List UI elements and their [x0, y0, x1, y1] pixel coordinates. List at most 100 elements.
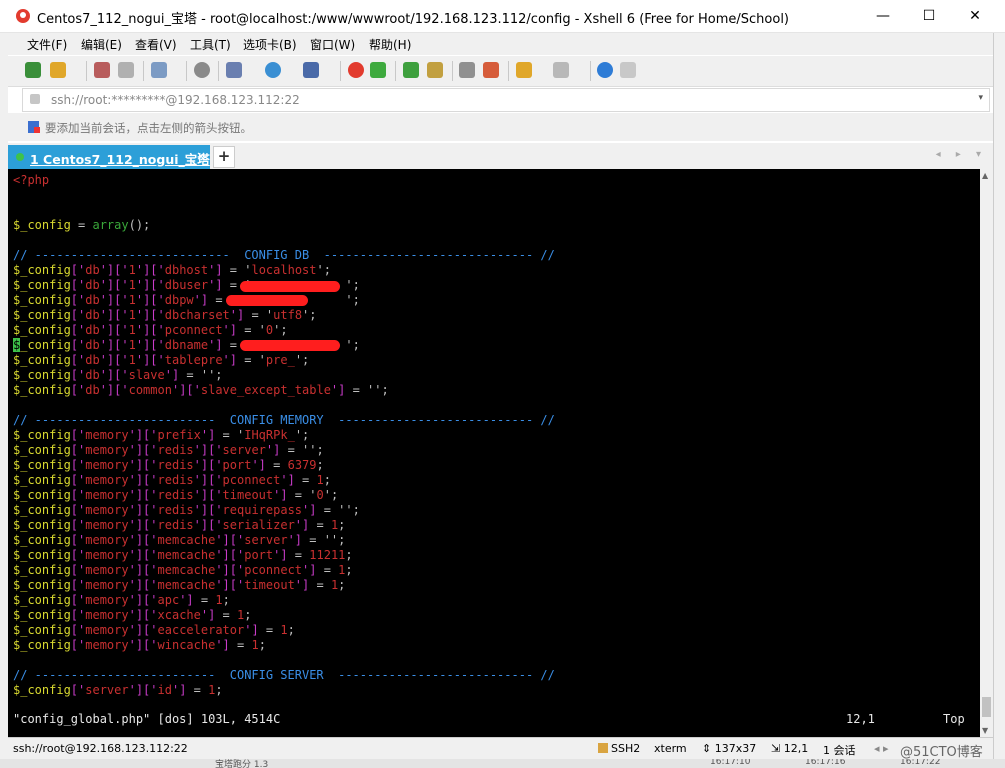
code-token: memcache: [157, 548, 216, 562]
new-session-icon[interactable]: [25, 62, 41, 78]
menu-edit[interactable]: 编辑(E): [81, 36, 122, 53]
code-token: ']: [200, 428, 216, 442]
code-token: ;: [287, 623, 295, 637]
status-sessions: 1 会话: [823, 744, 856, 757]
status-cursor-text: 12,1: [783, 742, 809, 755]
code-token: ';: [345, 293, 360, 307]
code-token: pconnect: [164, 323, 223, 337]
new-tab-button[interactable]: +: [213, 146, 235, 168]
session-hint-bar: 要添加当前会话，点击左侧的箭头按钮。: [8, 113, 993, 141]
keyboard-icon[interactable]: [459, 62, 475, 78]
watermark: @51CTO博客: [900, 745, 983, 760]
status-nav-icon[interactable]: ◂ ▸: [874, 742, 889, 755]
code-token: =: [193, 593, 216, 607]
code-token: '][': [99, 368, 129, 382]
reconnect-icon[interactable]: [94, 62, 110, 78]
code-token: '][': [99, 338, 129, 352]
terminal-line: $_config['memory']['redis']['pconnect'] …: [13, 473, 331, 488]
terminal-line: $_config['memory']['memcache']['server']…: [13, 533, 345, 548]
code-token: [': [70, 638, 86, 652]
code-token: common: [128, 383, 172, 397]
tab-session-1[interactable]: 1 Centos7_112_nogui_宝塔 ×: [8, 145, 210, 169]
code-token: '][': [128, 518, 158, 532]
properties-icon[interactable]: [151, 62, 167, 78]
code-token: '][': [135, 323, 165, 337]
code-token: ';: [345, 338, 360, 352]
toolbar-separator: [508, 61, 509, 81]
xftp-icon[interactable]: [370, 62, 386, 78]
lock-icon[interactable]: [427, 62, 443, 78]
fullscreen-icon[interactable]: [403, 62, 419, 78]
code-token: utf8: [273, 308, 303, 322]
redaction-mark: [226, 295, 308, 306]
scroll-down-icon[interactable]: ▼: [982, 726, 988, 735]
scrollbar-thumb[interactable]: [982, 697, 991, 717]
menu-help[interactable]: 帮助(H): [369, 36, 411, 53]
xshell-icon[interactable]: [348, 62, 364, 78]
code-token: $_config: [13, 593, 71, 607]
maximize-button[interactable]: ☐: [906, 0, 952, 32]
font-icon[interactable]: [303, 62, 319, 78]
code-token: redis: [157, 488, 194, 502]
address-dropdown-icon[interactable]: ▾: [978, 93, 983, 103]
find-icon[interactable]: [194, 62, 210, 78]
toolbar-separator: [395, 61, 396, 81]
tab-nav-arrows[interactable]: ◂ ▸ ▾: [936, 149, 987, 160]
code-token: =: [229, 638, 252, 652]
terminal-scrollbar[interactable]: ▲ ▼: [980, 169, 993, 737]
code-token: ';: [294, 353, 310, 367]
menu-tabs[interactable]: 选项卡(B): [243, 36, 297, 53]
code-token: [': [70, 548, 86, 562]
address-bar[interactable]: ssh://root:*********@192.168.123.112:22 …: [22, 88, 990, 112]
layout-icon[interactable]: [226, 62, 242, 78]
code-token: ']: [215, 638, 230, 652]
code-token: $_config: [13, 473, 71, 487]
chat-icon[interactable]: [620, 62, 636, 78]
tab-close-icon[interactable]: ×: [196, 149, 206, 163]
code-token: $_config: [13, 578, 71, 592]
highlight-icon[interactable]: [483, 62, 499, 78]
code-token: ']: [302, 503, 317, 517]
close-button[interactable]: ✕: [952, 0, 998, 32]
terminal-screen[interactable]: <?php $_config = array(); // -------------…: [8, 169, 980, 737]
bookmark-icon[interactable]: [28, 121, 40, 133]
menu-tools[interactable]: 工具(T): [190, 36, 231, 53]
code-token: $_config: [13, 518, 71, 532]
minimize-button[interactable]: —: [860, 0, 906, 32]
status-size: ⇕ 137x37: [702, 742, 757, 755]
tile-icon[interactable]: [553, 62, 569, 78]
menu-file[interactable]: 文件(F): [27, 36, 67, 53]
help-icon[interactable]: [597, 62, 613, 78]
code-token: memcache: [157, 563, 216, 577]
code-token: 1: [128, 293, 136, 307]
code-token: // --------------------------- CONFIG DB…: [13, 248, 555, 262]
code-token: redis: [157, 503, 194, 517]
code-token: ']: [244, 623, 259, 637]
code-token: = '';: [345, 383, 389, 397]
code-token: [': [70, 578, 86, 592]
toolbar-separator: [143, 61, 144, 81]
scroll-up-icon[interactable]: ▲: [982, 171, 988, 180]
code-token: '][': [128, 443, 158, 457]
disconnect-icon[interactable]: [118, 62, 134, 78]
code-token: ;: [316, 458, 324, 472]
code-token: '][': [128, 563, 158, 577]
code-token: $_config: [13, 293, 71, 307]
code-token: [': [70, 293, 86, 307]
code-token: port: [244, 548, 274, 562]
globe-icon[interactable]: [265, 62, 281, 78]
menu-window[interactable]: 窗口(W): [310, 36, 355, 53]
add-folder-icon[interactable]: [516, 62, 532, 78]
code-token: 0: [316, 488, 324, 502]
code-token: = '';: [179, 368, 223, 382]
code-token: '][': [128, 623, 158, 637]
menu-view[interactable]: 查看(V): [135, 36, 177, 53]
address-value: ssh://root:*********@192.168.123.112:22: [51, 93, 300, 107]
code-token: = '';: [302, 533, 346, 547]
code-token: 1: [128, 263, 136, 277]
code-token: memory: [85, 458, 129, 472]
code-token: $_config: [13, 533, 71, 547]
open-folder-icon[interactable]: [50, 62, 66, 78]
code-token: = ': [237, 353, 266, 367]
code-token: '][': [128, 593, 158, 607]
